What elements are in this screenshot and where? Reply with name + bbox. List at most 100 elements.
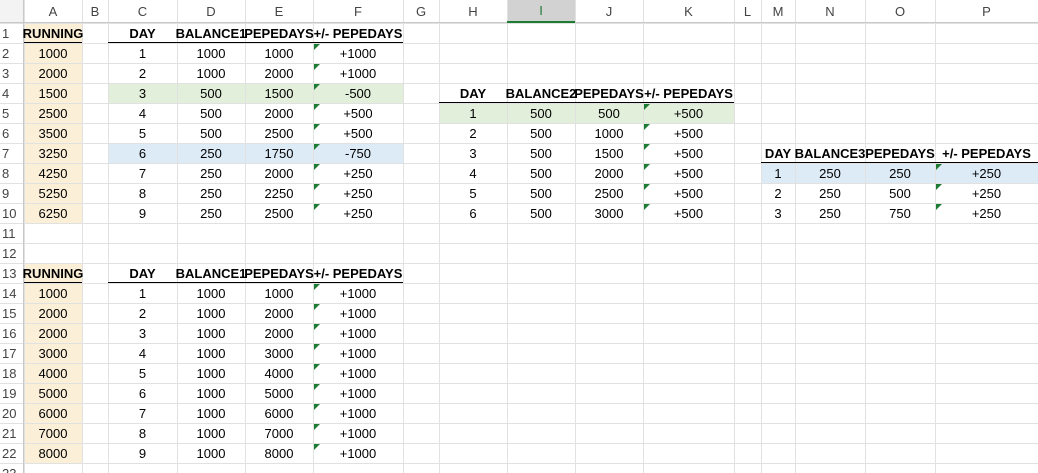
table2-cell-day[interactable]: 6 xyxy=(439,203,507,223)
table4-header-day[interactable]: DAY xyxy=(108,263,177,283)
table4-cell-balance[interactable]: 1000 xyxy=(177,443,245,463)
table1-cell-balance[interactable]: 250 xyxy=(177,203,245,223)
table1-cell-day[interactable]: 4 xyxy=(108,103,177,123)
table1-cell-delta[interactable]: +1000 xyxy=(313,63,403,83)
column-header-k[interactable]: K xyxy=(643,0,734,23)
table2-header-day[interactable]: DAY xyxy=(439,83,507,103)
table4-cell-running[interactable]: 8000 xyxy=(24,443,82,463)
table2-cell-delta[interactable]: +500 xyxy=(643,203,734,223)
table1-cell-day[interactable]: 9 xyxy=(108,203,177,223)
table4-cell-pepedays[interactable]: 3000 xyxy=(245,343,313,363)
table1-cell-day[interactable]: 5 xyxy=(108,123,177,143)
table1-header-running[interactable]: RUNNING xyxy=(23,23,84,43)
table2-cell-delta[interactable]: +500 xyxy=(643,163,734,183)
column-header-b[interactable]: B xyxy=(82,0,108,23)
table1-cell-pepedays[interactable]: 2500 xyxy=(245,203,313,223)
table1-cell-balance[interactable]: 1000 xyxy=(177,63,245,83)
column-header-e[interactable]: E xyxy=(245,0,313,23)
table2-cell-pepedays[interactable]: 2500 xyxy=(575,183,643,203)
table1-cell-day[interactable]: 8 xyxy=(108,183,177,203)
row-header-15[interactable]: 15 xyxy=(0,303,24,323)
table3-cell-delta[interactable]: +250 xyxy=(935,203,1038,223)
table1-cell-running[interactable]: 1500 xyxy=(24,83,82,103)
table1-cell-pepedays[interactable]: 2250 xyxy=(245,183,313,203)
table4-cell-delta[interactable]: +1000 xyxy=(313,383,403,403)
table1-cell-day[interactable]: 3 xyxy=(108,83,177,103)
table3-cell-pepedays[interactable]: 500 xyxy=(865,183,935,203)
table1-cell-balance[interactable]: 250 xyxy=(177,143,245,163)
row-header-21[interactable]: 21 xyxy=(0,423,24,443)
table1-cell-delta[interactable]: +500 xyxy=(313,123,403,143)
row-header-19[interactable]: 19 xyxy=(0,383,24,403)
table4-cell-pepedays[interactable]: 2000 xyxy=(245,323,313,343)
table4-cell-day[interactable]: 5 xyxy=(108,363,177,383)
table1-cell-balance[interactable]: 500 xyxy=(177,123,245,143)
row-header-20[interactable]: 20 xyxy=(0,403,24,423)
table3-cell-delta[interactable]: +250 xyxy=(935,183,1038,203)
table1-cell-balance[interactable]: 250 xyxy=(177,183,245,203)
table4-cell-pepedays[interactable]: 8000 xyxy=(245,443,313,463)
row-header-16[interactable]: 16 xyxy=(0,323,24,343)
table4-cell-day[interactable]: 9 xyxy=(108,443,177,463)
table1-header-balance[interactable]: BALANCE1 xyxy=(176,23,247,43)
table4-cell-pepedays[interactable]: 7000 xyxy=(245,423,313,443)
table1-cell-running[interactable]: 4250 xyxy=(24,163,82,183)
table3-cell-day[interactable]: 1 xyxy=(761,163,795,183)
table1-cell-pepedays[interactable]: 2000 xyxy=(245,63,313,83)
table2-cell-balance[interactable]: 500 xyxy=(507,163,575,183)
table4-cell-balance[interactable]: 1000 xyxy=(177,283,245,303)
table4-cell-delta[interactable]: +1000 xyxy=(313,363,403,383)
row-header-2[interactable]: 2 xyxy=(0,43,24,63)
table2-cell-day[interactable]: 5 xyxy=(439,183,507,203)
table3-cell-balance[interactable]: 250 xyxy=(795,183,865,203)
row-header-4[interactable]: 4 xyxy=(0,83,24,103)
table4-cell-running[interactable]: 2000 xyxy=(24,303,82,323)
row-header-7[interactable]: 7 xyxy=(0,143,24,163)
table3-header-balance[interactable]: BALANCE3 xyxy=(795,143,866,163)
table1-cell-delta[interactable]: +1000 xyxy=(313,43,403,63)
table1-cell-balance[interactable]: 500 xyxy=(177,103,245,123)
row-header-9[interactable]: 9 xyxy=(0,183,24,203)
table4-header-running[interactable]: RUNNING xyxy=(23,263,84,283)
table1-cell-pepedays[interactable]: 2000 xyxy=(245,103,313,123)
table1-cell-pepedays[interactable]: 1500 xyxy=(245,83,313,103)
row-header-23[interactable]: 23 xyxy=(0,463,24,473)
table4-cell-day[interactable]: 3 xyxy=(108,323,177,343)
table4-cell-day[interactable]: 8 xyxy=(108,423,177,443)
table3-cell-balance[interactable]: 250 xyxy=(795,203,865,223)
table1-header-pepedays[interactable]: PEPEDAYS xyxy=(244,23,314,43)
table2-cell-day[interactable]: 1 xyxy=(439,103,507,123)
column-header-h[interactable]: H xyxy=(439,0,507,23)
table3-cell-balance[interactable]: 250 xyxy=(795,163,865,183)
table1-cell-running[interactable]: 6250 xyxy=(24,203,82,223)
table2-cell-balance[interactable]: 500 xyxy=(507,203,575,223)
table2-cell-pepedays[interactable]: 500 xyxy=(575,103,643,123)
table4-cell-delta[interactable]: +1000 xyxy=(313,343,403,363)
table4-cell-pepedays[interactable]: 4000 xyxy=(245,363,313,383)
table4-cell-delta[interactable]: +1000 xyxy=(313,283,403,303)
table4-cell-running[interactable]: 1000 xyxy=(24,283,82,303)
table2-cell-delta[interactable]: +500 xyxy=(643,183,734,203)
column-header-m[interactable]: M xyxy=(761,0,795,23)
table2-cell-balance[interactable]: 500 xyxy=(507,143,575,163)
column-header-p[interactable]: P xyxy=(935,0,1038,23)
row-header-12[interactable]: 12 xyxy=(0,243,24,263)
table4-cell-day[interactable]: 7 xyxy=(108,403,177,423)
table2-cell-pepedays[interactable]: 3000 xyxy=(575,203,643,223)
table1-header-day[interactable]: DAY xyxy=(108,23,177,43)
row-header-13[interactable]: 13 xyxy=(0,263,24,283)
table1-cell-balance[interactable]: 1000 xyxy=(177,43,245,63)
table3-header-delta[interactable]: +/- PEPEDAYS xyxy=(935,143,1038,163)
table1-cell-pepedays[interactable]: 1750 xyxy=(245,143,313,163)
table2-cell-delta[interactable]: +500 xyxy=(643,103,734,123)
table3-cell-pepedays[interactable]: 250 xyxy=(865,163,935,183)
table2-cell-pepedays[interactable]: 2000 xyxy=(575,163,643,183)
table2-cell-pepedays[interactable]: 1000 xyxy=(575,123,643,143)
table1-header-delta[interactable]: +/- PEPEDAYS xyxy=(313,23,403,43)
table1-cell-balance[interactable]: 250 xyxy=(177,163,245,183)
table1-cell-day[interactable]: 7 xyxy=(108,163,177,183)
table4-cell-pepedays[interactable]: 6000 xyxy=(245,403,313,423)
table2-cell-day[interactable]: 2 xyxy=(439,123,507,143)
row-header-5[interactable]: 5 xyxy=(0,103,24,123)
table4-cell-balance[interactable]: 1000 xyxy=(177,423,245,443)
